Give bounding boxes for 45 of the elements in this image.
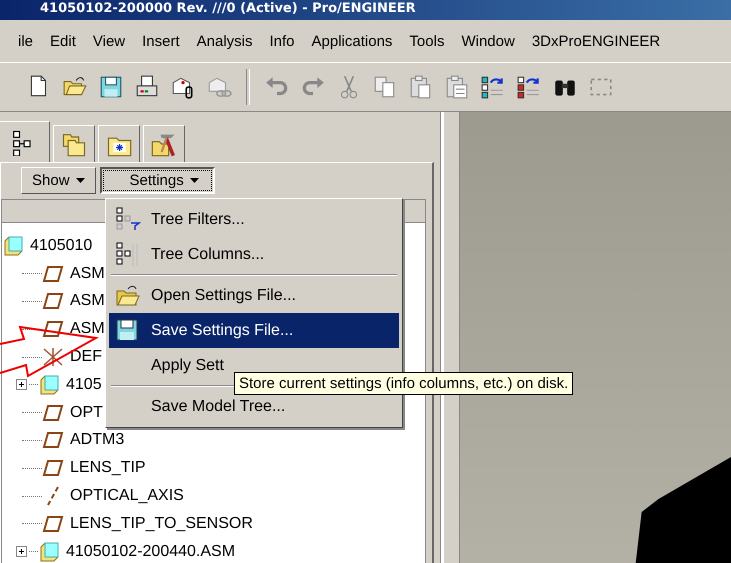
tree-item[interactable]: 4105 [66,376,102,394]
dropdown-button[interactable]: Show [21,166,96,194]
menu-item[interactable]: 3DxProENGINEER [532,32,660,50]
menu-item[interactable]: Tools [409,32,444,50]
dropdown-button[interactable]: Settings [100,166,215,194]
menu-item[interactable]: Analysis [196,32,252,50]
menu-item[interactable]: Tree Columns... [109,237,399,272]
assembly-icon [2,234,24,257]
expand-toggle[interactable] [16,546,27,558]
tree-refresh-icon[interactable] [516,74,542,100]
coordinate-system-icon [42,346,64,368]
assembly-icon [38,374,60,396]
tree-item[interactable]: 4105010 [30,236,92,255]
tree-item[interactable]: ASM [70,320,105,338]
menu-item[interactable]: Open Settings File... [109,278,399,313]
menu-item[interactable]: Edit [50,32,76,50]
tree-filter-icon [115,206,141,232]
tree-item[interactable]: 41050102-200440.ASM [66,542,236,561]
window-title: 41050102-200000 Rev. ///0 (Active) - Pro/ENGINEER [0,0,731,20]
menu-item[interactable]: Window [461,32,515,50]
tree-refresh-icon[interactable] [480,74,506,100]
assembly-icon [38,540,60,563]
tree-item[interactable]: LENS_TIP_TO_SENSOR [70,514,253,533]
tree-item[interactable]: OPT [70,404,103,422]
tree-item[interactable]: OPTICAL_AXIS [70,487,184,506]
menu-item[interactable]: Info [270,32,295,50]
navigator-tab[interactable] [143,125,185,162]
tree-item[interactable]: ASM [70,264,105,283]
menu-item[interactable]: Applications [312,32,392,50]
menu-item[interactable]: Insert [142,32,180,50]
menu-item[interactable]: View [92,32,126,50]
save-icon[interactable] [98,74,124,100]
caret-icon [190,178,199,182]
expand-toggle[interactable] [16,379,27,390]
paste-special-icon[interactable] [444,74,470,100]
menu-item[interactable]: Tree Filters... [109,202,399,237]
tree-item[interactable]: LENS_TIP [70,459,146,478]
tree-item[interactable]: ADTM3 [70,431,124,450]
caret-icon [76,178,85,182]
menu-item[interactable]: Save Settings File... [109,313,399,348]
tree-item[interactable]: DEF [70,348,102,366]
menu-item[interactable]: ile [18,32,34,50]
navigator-tab[interactable] [0,121,50,162]
tooltip: Store current settings (info columns, etc.) on disk. [234,372,574,395]
tree-item[interactable]: ASM [70,292,105,310]
